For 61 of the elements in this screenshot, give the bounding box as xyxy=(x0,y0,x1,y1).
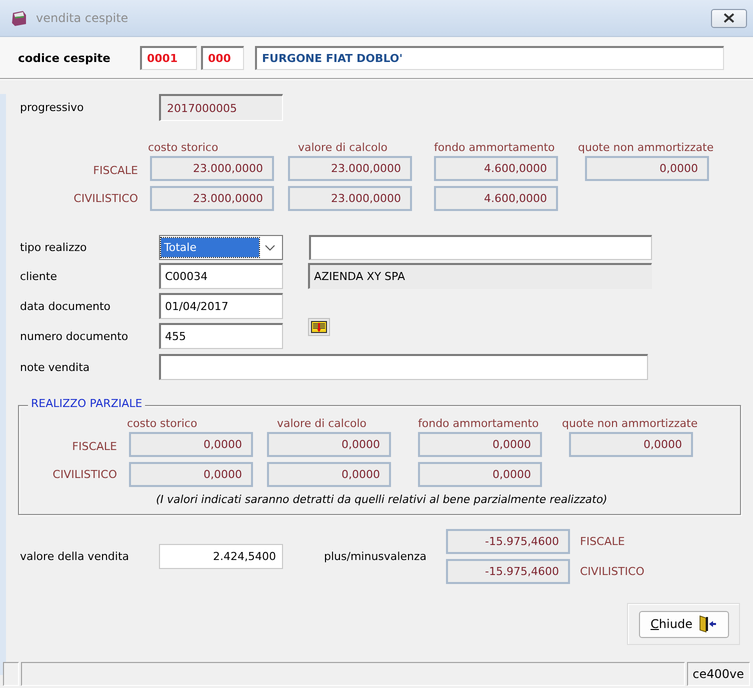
row-label: FISCALE xyxy=(580,535,625,548)
chevron-down-icon xyxy=(265,244,275,250)
calendar-button[interactable] xyxy=(308,318,330,336)
value-field: 0,0000 xyxy=(267,462,391,487)
row-label: FISCALE xyxy=(92,164,138,177)
column-header: costo storico xyxy=(148,141,220,155)
close-icon xyxy=(723,13,735,23)
field-label: data documento xyxy=(20,300,112,312)
value-field: 0,0000 xyxy=(585,156,709,181)
row-label: FISCALE xyxy=(71,440,117,453)
code-field[interactable]: 0001 xyxy=(140,46,197,70)
progressive-field: 2017000005 xyxy=(159,94,283,121)
close-button[interactable]: Chiude xyxy=(638,610,728,638)
value-field: 0,0000 xyxy=(418,462,542,487)
row-label: CIVILISTICO xyxy=(580,565,644,578)
field-label: valore della vendita xyxy=(20,550,130,563)
value-field: 0,0000 xyxy=(129,462,253,487)
app-icon xyxy=(10,9,28,27)
value-field: 0,0000 xyxy=(418,432,542,457)
value-field: 23.000,0000 xyxy=(150,156,274,181)
column-header: fondo ammortamento xyxy=(418,417,540,431)
close-button[interactable] xyxy=(711,8,747,28)
exit-door-icon xyxy=(698,615,716,633)
value-field: 0,0000 xyxy=(569,432,693,457)
value-field: 0,0000 xyxy=(267,432,391,457)
field-label: codice cespite xyxy=(18,50,112,64)
input-field[interactable]: 2.424,5400 xyxy=(159,544,283,569)
input-field[interactable]: 01/04/2017 xyxy=(159,293,283,319)
description-field[interactable]: FURGONE FIAT DOBLO' xyxy=(255,46,724,70)
code-field[interactable]: 000 xyxy=(201,46,244,70)
value-field: 4.600,0000 xyxy=(434,156,558,181)
calendar-icon xyxy=(311,321,327,333)
value-field: 23.000,0000 xyxy=(288,156,412,181)
input-field[interactable]: 455 xyxy=(159,323,283,349)
window-title: vendita cespite xyxy=(36,11,130,25)
field-label: numero documento xyxy=(20,330,130,342)
value-field: -15.975,4600 xyxy=(446,529,570,554)
column-header: valore di calcolo xyxy=(298,141,389,155)
status-text: ce400ve xyxy=(686,662,750,686)
dropdown[interactable]: Totale xyxy=(159,235,283,260)
field-label: cliente xyxy=(20,270,58,282)
value-field: 4.600,0000 xyxy=(434,186,558,211)
input-field[interactable]: C00034 xyxy=(159,263,283,289)
value-field: 23.000,0000 xyxy=(150,186,274,211)
group-title: REALIZZO PARZIALE xyxy=(28,397,146,410)
input-field[interactable] xyxy=(159,354,648,380)
column-header: valore di calcolo xyxy=(277,417,368,431)
field-label: plus/minusvalenza xyxy=(324,550,428,563)
customer-name-field: AZIENDA XY SPA xyxy=(308,263,652,289)
field-label: note vendita xyxy=(20,360,91,374)
field-label: progressivo xyxy=(20,101,85,114)
column-header: fondo ammortamento xyxy=(434,141,556,155)
value-field: 0,0000 xyxy=(129,432,253,457)
field-label: tipo realizzo xyxy=(20,241,88,254)
note-text: (I valori indicati saranno detratti da quelli relativi al bene parzialmente realizzato) xyxy=(156,493,608,506)
input-field[interactable] xyxy=(309,235,652,260)
row-label: CIVILISTICO xyxy=(52,468,117,481)
row-label: CIVILISTICO xyxy=(72,192,138,205)
column-header: costo storico xyxy=(127,417,198,431)
value-field: 23.000,0000 xyxy=(288,186,412,211)
value-field: -15.975,4600 xyxy=(446,559,570,584)
